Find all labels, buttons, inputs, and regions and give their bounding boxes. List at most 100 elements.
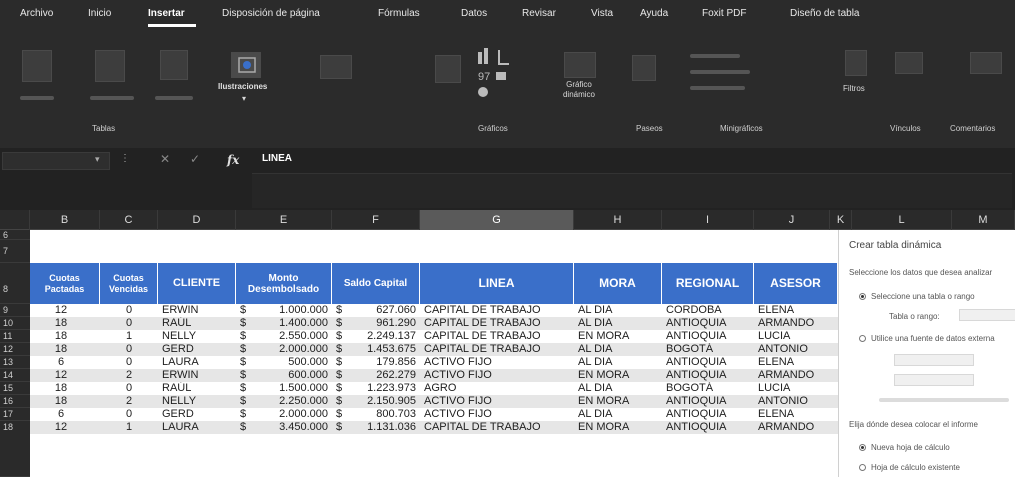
cell-regional[interactable]: ANTIOQUIA xyxy=(666,317,754,330)
column-header-h[interactable]: H xyxy=(574,210,662,230)
cancel-icon[interactable]: ✕ xyxy=(160,152,170,166)
column-header-l[interactable]: L xyxy=(852,210,952,230)
cell-pactadas[interactable]: 12 xyxy=(30,421,92,434)
cell-vencidas[interactable]: 1 xyxy=(100,330,158,343)
menu-archivo[interactable]: Archivo xyxy=(20,8,53,19)
cell-saldo[interactable]: 1.223.973 xyxy=(344,382,416,395)
row-header-17[interactable]: 17 xyxy=(0,408,30,421)
column-header-i[interactable]: I xyxy=(662,210,754,230)
table-range-input[interactable] xyxy=(959,309,1015,321)
row-header-7[interactable]: 7 xyxy=(0,240,30,263)
row-header-14[interactable]: 14 xyxy=(0,369,30,382)
column-header-f[interactable]: F xyxy=(332,210,420,230)
cell-asesor[interactable]: LUCIA xyxy=(758,330,836,343)
cell-saldo[interactable]: 961.290 xyxy=(344,317,416,330)
cell-linea[interactable]: ACTIVO FIJO xyxy=(424,395,574,408)
cell-linea[interactable]: ACTIVO FIJO xyxy=(424,408,574,421)
cell-monto[interactable]: 2.000.000 xyxy=(248,408,328,421)
cell-monto[interactable]: 1.400.000 xyxy=(248,317,328,330)
menu-vista[interactable]: Vista xyxy=(591,8,613,19)
cell-mora[interactable]: AL DIA xyxy=(578,304,662,317)
cell-mora[interactable]: EN MORA xyxy=(578,421,662,434)
cell-monto[interactable]: 2.250.000 xyxy=(248,395,328,408)
cell-linea[interactable]: ACTIVO FIJO xyxy=(424,356,574,369)
radio-existing-sheet[interactable] xyxy=(859,464,866,471)
cell-vencidas[interactable]: 1 xyxy=(100,421,158,434)
cell-pactadas[interactable]: 6 xyxy=(30,356,92,369)
cell-cliente[interactable]: NELLY xyxy=(162,330,236,343)
choose-connection-button[interactable] xyxy=(894,354,974,366)
cell-asesor[interactable]: ANTONIO xyxy=(758,343,836,356)
cell-pactadas[interactable]: 18 xyxy=(30,382,92,395)
tablas-recomendadas-button[interactable] xyxy=(95,50,125,82)
menu-formulas[interactable]: Fórmulas xyxy=(378,8,420,19)
menu-revisar[interactable]: Revisar xyxy=(522,8,556,19)
cell-linea[interactable]: AGRO xyxy=(424,382,574,395)
cell-cliente[interactable]: LAURA xyxy=(162,356,236,369)
cell-pactadas[interactable]: 18 xyxy=(30,330,92,343)
cell-vencidas[interactable]: 0 xyxy=(100,382,158,395)
cell-pactadas[interactable]: 12 xyxy=(30,369,92,382)
header-saldo[interactable]: Saldo Capital xyxy=(332,263,420,304)
select-all-corner[interactable] xyxy=(0,210,30,230)
radio-external-source[interactable] xyxy=(859,335,866,342)
cell-saldo[interactable]: 627.060 xyxy=(344,304,416,317)
cell-linea[interactable]: CAPITAL DE TRABAJO xyxy=(424,421,574,434)
cell-cliente[interactable]: GERD xyxy=(162,343,236,356)
cell-regional[interactable]: ANTIOQUIA xyxy=(666,421,754,434)
column-header-j[interactable]: J xyxy=(754,210,830,230)
cell-linea[interactable]: ACTIVO FIJO xyxy=(424,369,574,382)
cell-regional[interactable]: BOGOTÁ xyxy=(666,382,754,395)
data-model-button[interactable] xyxy=(894,374,974,386)
cell-vencidas[interactable]: 0 xyxy=(100,408,158,421)
cell-monto[interactable]: 2.550.000 xyxy=(248,330,328,343)
column-header-c[interactable]: C xyxy=(100,210,158,230)
cell-monto[interactable]: 600.000 xyxy=(248,369,328,382)
cell-cliente[interactable]: ERWIN xyxy=(162,369,236,382)
menu-inicio[interactable]: Inicio xyxy=(88,8,111,19)
cell-mora[interactable]: AL DIA xyxy=(578,317,662,330)
radio-table-range[interactable] xyxy=(859,293,866,300)
cell-cliente[interactable]: ERWIN xyxy=(162,304,236,317)
cell-vencidas[interactable]: 2 xyxy=(100,369,158,382)
cell-regional[interactable]: ANTIOQUIA xyxy=(666,395,754,408)
header-cuotas-vencidas[interactable]: Cuotas Vencidas xyxy=(100,263,158,304)
row-header-10[interactable]: 10 xyxy=(0,317,30,330)
cell-pactadas[interactable]: 12 xyxy=(30,304,92,317)
cell-asesor[interactable]: ELENA xyxy=(758,408,836,421)
cell-cliente[interactable]: LAURA xyxy=(162,421,236,434)
tabla-button[interactable] xyxy=(160,50,188,80)
column-header-e[interactable]: E xyxy=(236,210,332,230)
cell-cliente[interactable]: RAÚL xyxy=(162,382,236,395)
name-box[interactable] xyxy=(2,152,110,170)
row-header-11[interactable]: 11 xyxy=(0,330,30,343)
header-monto[interactable]: Monto Desembolsado xyxy=(236,263,332,304)
cell-vencidas[interactable]: 0 xyxy=(100,304,158,317)
header-asesor[interactable]: ASESOR xyxy=(754,263,838,304)
cell-saldo[interactable]: 1.131.036 xyxy=(344,421,416,434)
formula-input[interactable]: LINEA xyxy=(262,153,292,164)
row-header-13[interactable]: 13 xyxy=(0,356,30,369)
menu-foxit-pdf[interactable]: Foxit PDF xyxy=(702,8,746,19)
chart-type-icons[interactable]: 97 xyxy=(474,48,544,103)
cell-linea[interactable]: CAPITAL DE TRABAJO xyxy=(424,317,574,330)
row-header-15[interactable]: 15 xyxy=(0,382,30,395)
header-cliente[interactable]: CLIENTE xyxy=(158,263,236,304)
cell-cliente[interactable]: GERD xyxy=(162,408,236,421)
cell-cliente[interactable]: RAÚL xyxy=(162,317,236,330)
cell-mora[interactable]: AL DIA xyxy=(578,343,662,356)
row-header-18[interactable]: 18 xyxy=(0,421,30,477)
menu-diseno-tabla[interactable]: Diseño de tabla xyxy=(790,8,860,19)
cell-monto[interactable]: 1.000.000 xyxy=(248,304,328,317)
header-regional[interactable]: REGIONAL xyxy=(662,263,754,304)
row-header-9[interactable]: 9 xyxy=(0,304,30,317)
cell-regional[interactable]: ANTIOQUIA xyxy=(666,356,754,369)
radio-new-sheet[interactable] xyxy=(859,444,866,451)
segmentacion-button[interactable] xyxy=(845,50,867,76)
menu-disposicion[interactable]: Disposición de página xyxy=(222,8,320,19)
column-header-k[interactable]: K xyxy=(830,210,852,230)
cell-monto[interactable]: 1.500.000 xyxy=(248,382,328,395)
row-header-12[interactable]: 12 xyxy=(0,343,30,356)
cell-asesor[interactable]: ELENA xyxy=(758,356,836,369)
cell-pactadas[interactable]: 18 xyxy=(30,317,92,330)
